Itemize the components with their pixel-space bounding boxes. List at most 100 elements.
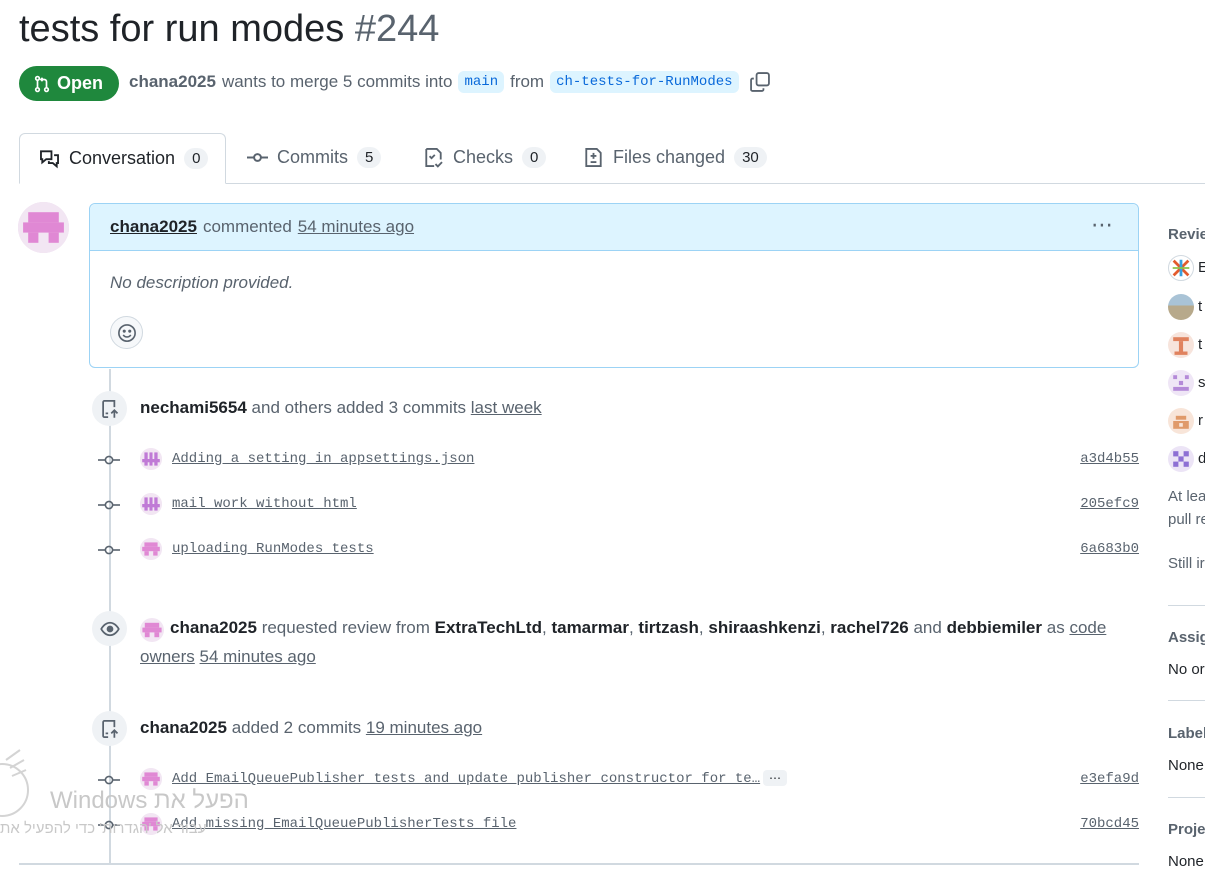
- tab-files-changed[interactable]: Files changed 30: [583, 133, 767, 182]
- commit-sha[interactable]: 70bcd45: [1080, 816, 1139, 832]
- timeline-divider: [19, 863, 1139, 865]
- base-branch[interactable]: main: [458, 71, 505, 93]
- reviewer-name: r: [1198, 412, 1203, 429]
- reviewer-name[interactable]: tirtzash: [638, 618, 698, 637]
- commit-sha[interactable]: 6a683b0: [1080, 541, 1139, 557]
- git-commit-icon: [98, 455, 120, 465]
- commit-message[interactable]: Add EmailQueuePublisher tests and update…: [172, 771, 760, 787]
- pr-merge-summary: chana2025 wants to merge 5 commits into …: [129, 71, 771, 93]
- comment-author[interactable]: chana2025: [110, 217, 197, 237]
- eye-icon: [99, 621, 120, 636]
- reviewer-item[interactable]: t: [1168, 332, 1205, 358]
- commits-added-event: nechami5654 and others added 3 commits l…: [140, 398, 542, 418]
- assignees-heading[interactable]: Assig: [1168, 629, 1205, 646]
- event-author[interactable]: chana2025: [170, 618, 257, 637]
- repo-push-badge: [92, 391, 127, 426]
- labels-value: None: [1168, 757, 1204, 774]
- assignees-value: No or: [1168, 661, 1205, 678]
- commit-author-avatar[interactable]: [140, 538, 162, 560]
- commit-message[interactable]: Adding a setting in appsettings.json: [172, 451, 474, 467]
- commit-sha[interactable]: a3d4b55: [1080, 451, 1139, 467]
- copy-icon[interactable]: [749, 71, 771, 93]
- activation-watermark-subtitle: עבור אל 'הגדרות' כדי להפעיל את: [0, 820, 207, 837]
- commit-message[interactable]: Add missing EmailQueuePublisherTests fil…: [172, 816, 516, 832]
- pr-title: tests for run modes #244: [19, 8, 439, 51]
- commit-row: Adding a setting in appsettings.json a3d…: [98, 445, 1139, 475]
- as-text: as: [1046, 618, 1065, 637]
- pr-title-text: tests for run modes: [19, 8, 345, 50]
- event-time[interactable]: 19 minutes ago: [366, 718, 482, 737]
- reviewer-avatar: [1168, 332, 1194, 358]
- projects-heading[interactable]: Proje: [1168, 821, 1205, 838]
- review-requested-event: chana2025 requested review from ExtraTec…: [170, 618, 1107, 637]
- commit-message[interactable]: uploading RunModes tests: [172, 541, 374, 557]
- identicon-image: [140, 448, 162, 470]
- reviewer-item[interactable]: t: [1168, 294, 1205, 320]
- reviewer-item[interactable]: d: [1168, 446, 1205, 472]
- tab-commits-label: Commits: [277, 147, 348, 167]
- tab-conversation-label: Conversation: [69, 148, 176, 168]
- reviewers-note-line3: Still ir: [1168, 555, 1205, 572]
- reviewer-item[interactable]: r: [1168, 408, 1205, 434]
- commit-sha[interactable]: 205efc9: [1080, 496, 1139, 512]
- commits-added-event: chana2025 added 2 commits 19 minutes ago: [140, 718, 482, 738]
- tab-conversation[interactable]: Conversation 0: [19, 133, 226, 184]
- tab-files-changed-count: 30: [734, 147, 767, 168]
- tab-checks[interactable]: Checks 0: [423, 133, 547, 182]
- tab-commits[interactable]: Commits 5: [247, 133, 382, 182]
- tab-checks-count: 0: [522, 147, 547, 168]
- tab-commits-count: 5: [357, 147, 382, 168]
- event-text: requested review from: [261, 618, 430, 637]
- reviewer-avatar: [1168, 370, 1194, 396]
- comment-time[interactable]: 54 minutes ago: [298, 217, 414, 237]
- head-branch[interactable]: ch-tests-for-RunModes: [550, 71, 739, 93]
- expand-commit-button[interactable]: ⋯: [763, 770, 787, 786]
- commit-author-avatar[interactable]: [140, 493, 162, 515]
- event-time[interactable]: last week: [471, 398, 542, 417]
- commit-row: uploading RunModes tests 6a683b0: [98, 535, 1139, 565]
- merge-text: wants to merge 5 commits into: [221, 72, 453, 91]
- reviewer-name: E: [1198, 259, 1205, 276]
- kebab-menu-icon[interactable]: ⋯: [1091, 212, 1114, 238]
- review-requested-event-line2: owners 54 minutes ago: [140, 647, 316, 667]
- tab-files-changed-label: Files changed: [613, 147, 726, 167]
- identicon-image: [140, 538, 162, 560]
- repo-push-icon: [101, 399, 118, 418]
- reviewer-item[interactable]: E: [1168, 255, 1205, 281]
- commit-sha[interactable]: e3efa9d: [1080, 771, 1139, 787]
- labels-heading[interactable]: Label: [1168, 725, 1205, 742]
- reviewer-name: s: [1198, 374, 1205, 391]
- reviewer-avatar: [1168, 255, 1194, 281]
- file-diff-icon: [585, 148, 602, 167]
- event-time[interactable]: 54 minutes ago: [200, 647, 316, 666]
- projects-value: None: [1168, 853, 1204, 870]
- commit-author-avatar[interactable]: [140, 448, 162, 470]
- reviewers-note-line1: At lea: [1168, 488, 1205, 505]
- reviewer-name[interactable]: tamarmar: [551, 618, 629, 637]
- reviewer-item[interactable]: s: [1168, 370, 1205, 396]
- reviewer-name[interactable]: shiraashkenzi: [708, 618, 820, 637]
- event-author[interactable]: chana2025: [140, 718, 227, 737]
- code-owners-link-2[interactable]: owners: [140, 647, 195, 666]
- add-reaction-button[interactable]: [110, 316, 143, 349]
- pr-author[interactable]: chana2025: [129, 72, 216, 92]
- identicon-image: [140, 493, 162, 515]
- event-text: added 2 commits: [231, 718, 362, 737]
- commit-message[interactable]: mail work without html: [172, 496, 357, 512]
- identicon-image: [140, 618, 164, 642]
- reviewer-avatar: [1168, 446, 1194, 472]
- reviewers-heading[interactable]: Revie: [1168, 226, 1205, 243]
- event-author[interactable]: nechami5654: [140, 398, 247, 417]
- git-pull-request-icon: [34, 75, 50, 92]
- avatar[interactable]: [140, 618, 164, 642]
- pr-number: #244: [354, 8, 440, 50]
- reviewer-name[interactable]: ExtraTechLtd: [435, 618, 542, 637]
- reviewers-note-line2: pull re: [1168, 511, 1205, 528]
- reviewer-name[interactable]: rachel726: [830, 618, 908, 637]
- git-commit-icon: [98, 500, 120, 510]
- reviewer-name[interactable]: debbiemiler: [947, 618, 1042, 637]
- avatar[interactable]: [18, 202, 69, 253]
- code-owners-link[interactable]: code: [1069, 618, 1106, 637]
- from-text: from: [510, 72, 545, 91]
- comment-box: chana2025 commented 54 minutes ago ⋯ No …: [89, 203, 1139, 368]
